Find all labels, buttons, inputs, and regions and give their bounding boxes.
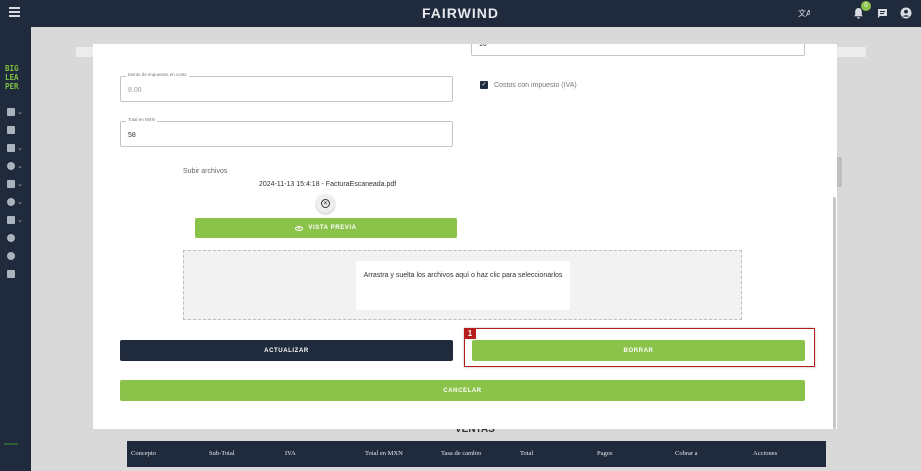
delete-button[interactable]: BORRAR [472, 340, 805, 361]
col-total-mxn: Total en MXN [365, 450, 403, 457]
sidebar-item-documents[interactable]: ⌄ [7, 106, 27, 118]
monto-impuestos-label: Monto de impuestos en costo [126, 72, 189, 77]
cancel-button[interactable]: CANCELAR [120, 380, 805, 401]
chat-icon[interactable] [875, 6, 889, 20]
col-acciones: Acciones [753, 450, 778, 457]
monto-impuestos-value: 8.00 [128, 87, 142, 94]
bell-icon[interactable]: 0 [851, 1, 871, 20]
translate-icon[interactable]: 文A [797, 6, 811, 20]
svg-text:文A: 文A [798, 8, 810, 18]
col-tasa-cambio: Tasa de cambio [441, 450, 482, 457]
menu-icon[interactable] [9, 7, 20, 17]
sidebar-version-mark [4, 443, 18, 445]
document-icon [7, 108, 15, 116]
col-subtotal: Sub-Total [209, 450, 235, 457]
edit-modal: 16 ▾ Monto de impuestos en costo 8.00 ✓ … [93, 44, 837, 429]
col-pagos: Pagos [597, 450, 613, 457]
total-mxn-label: Total en MXN [126, 117, 158, 122]
sidebar-item-reports[interactable]: ⌄ [7, 142, 27, 154]
brand-title: FAIRWIND [422, 5, 499, 21]
sidebar-item-people[interactable]: ⌄ [7, 160, 27, 172]
tag-icon [7, 126, 15, 134]
top-bar: FAIRWIND 文A 0 [0, 0, 921, 27]
step-badge: 1 [464, 328, 476, 339]
eye-icon [295, 225, 304, 231]
delete-button-label: BORRAR [623, 347, 654, 354]
sidebar-item-search[interactable] [7, 250, 27, 262]
tools-icon [7, 180, 15, 188]
sidebar: BIG LEA PER ⌄ ⌄ ⌄ ⌄ ⌄ ⌄ [0, 27, 31, 471]
person-icon [7, 162, 15, 170]
sidebar-item-tags[interactable] [7, 124, 27, 136]
user-icon[interactable] [899, 6, 913, 20]
sidebar-item-settings[interactable]: ⌄ [7, 196, 27, 208]
file-dropzone[interactable]: Arrastra y suelta los archivos aquí o ha… [183, 250, 742, 320]
calendar-icon [7, 216, 15, 224]
tax-rate-select[interactable]: 16 ▾ [471, 44, 805, 56]
col-iva: IVA [285, 450, 296, 457]
remove-file-button[interactable]: ✕ [316, 194, 335, 213]
top-icons: 文A 0 [797, 1, 913, 21]
sidebar-item-calendar[interactable]: ⌄ [7, 214, 27, 226]
settings-icon [7, 198, 15, 206]
help-icon [7, 234, 15, 242]
dropzone-card: Arrastra y suelta los archivos aquí o ha… [356, 261, 570, 310]
dropzone-text: Arrastra y suelta los archivos aquí o ha… [363, 272, 563, 279]
monto-impuestos-field[interactable]: Monto de impuestos en costo 8.00 [120, 72, 453, 102]
tax-rate-value: 16 [479, 44, 487, 48]
col-cobrar-a: Cobrar a [675, 450, 698, 457]
upload-label: Subir archivos [183, 168, 228, 175]
costos-impuesto-row: ✓ Costos con impuesto (IVA) [480, 81, 577, 89]
sidebar-item-help[interactable] [7, 232, 27, 244]
sidebar-item-tools[interactable]: ⌄ [7, 178, 27, 190]
costos-impuesto-checkbox[interactable]: ✓ [480, 81, 488, 89]
ventas-table-header: Concepto Sub-Total IVA Total en MXN Tasa… [127, 441, 826, 467]
close-circle-icon: ✕ [321, 199, 330, 208]
scroll-thumb[interactable] [833, 197, 836, 429]
uploaded-file-name: 2024-11-13 15:4:18 - FacturaEscaneada.pd… [259, 181, 397, 188]
costos-impuesto-label: Costos con impuesto (IVA) [494, 81, 577, 89]
sidebar-item-book[interactable] [7, 268, 27, 280]
col-total: Total [520, 450, 534, 457]
modal-scrollbar[interactable] [831, 44, 837, 429]
cancel-button-label: CANCELAR [443, 387, 482, 394]
search-icon [7, 252, 15, 260]
chart-icon [7, 144, 15, 152]
sidebar-logo: BIG LEA PER [5, 64, 19, 91]
total-mxn-value: 58 [128, 132, 136, 139]
notification-badge: 0 [861, 1, 871, 11]
update-button-label: ACTUALIZAR [264, 347, 309, 354]
col-concepto: Concepto [131, 450, 156, 457]
total-mxn-field[interactable]: Total en MXN 58 [120, 117, 453, 147]
preview-button-label: VISTA PREVIA [308, 225, 357, 231]
update-button[interactable]: ACTUALIZAR [120, 340, 453, 361]
book-icon [7, 270, 15, 278]
preview-button[interactable]: VISTA PREVIA [195, 218, 457, 238]
